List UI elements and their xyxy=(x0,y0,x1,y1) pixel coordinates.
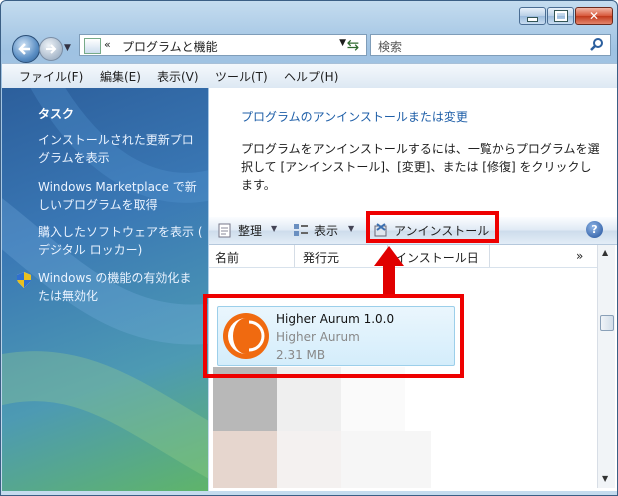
help-icon[interactable]: ? xyxy=(586,221,603,238)
arrow-left-icon xyxy=(18,43,30,55)
scroll-thumb[interactable] xyxy=(600,315,614,331)
task-title: タスク xyxy=(38,107,75,121)
annotation-arrow-up xyxy=(374,246,404,294)
close-button[interactable]: ✕ xyxy=(575,7,613,25)
recent-pages-dropdown[interactable]: ▼ xyxy=(64,43,74,53)
minimize-icon xyxy=(527,16,538,22)
control-panel-icon xyxy=(84,38,101,54)
menu-help[interactable]: ヘルプ(H) xyxy=(284,68,338,85)
blurred-item xyxy=(213,431,277,488)
digital-locker-link[interactable]: 購入したソフトウェアを表示 ( デジタル ロッカー) xyxy=(38,223,203,259)
view-icon xyxy=(294,224,308,236)
search-icon[interactable] xyxy=(589,37,605,53)
search-placeholder: 検索 xyxy=(378,40,403,54)
marketplace-link[interactable]: Windows Marketplace で新しいプログラムを取得 xyxy=(38,178,203,214)
maximize-icon xyxy=(553,10,568,22)
column-publisher[interactable]: 発行元 xyxy=(303,249,339,266)
address-path[interactable]: プログラムと機能 xyxy=(122,38,218,55)
windows-features-link[interactable]: Windows の機能の有効化または無効化 xyxy=(38,269,203,305)
explorer-window: ✕ ▼ « プログラムと機能 ▼ ⇆ 検索 ファイル(F) 編集(E) 表示(V… xyxy=(0,0,618,496)
blurred-item xyxy=(341,431,431,488)
task-pane: タスク インストールされた更新プログラムを表示 Windows Marketpl… xyxy=(2,88,208,491)
minimize-button[interactable] xyxy=(519,7,546,25)
address-chevron[interactable]: « xyxy=(104,38,111,51)
menu-file[interactable]: ファイル(F) xyxy=(19,68,83,85)
scroll-down-icon[interactable]: ▼ xyxy=(602,474,608,483)
menu-bar: ファイル(F) 編集(E) 表示(V) ツール(T) ヘルプ(H) xyxy=(2,63,617,89)
maximize-button[interactable] xyxy=(547,7,574,25)
address-bar[interactable]: « プログラムと機能 ▼ xyxy=(79,34,367,56)
search-input[interactable]: 検索 xyxy=(370,34,611,56)
view-updates-link[interactable]: インストールされた更新プログラムを表示 xyxy=(38,131,203,167)
menu-edit[interactable]: 編集(E) xyxy=(100,68,141,85)
organize-button[interactable]: 整理 xyxy=(238,222,262,239)
chevron-down-icon[interactable]: ▼ xyxy=(271,224,277,233)
shield-icon xyxy=(17,272,31,288)
column-installed-on[interactable]: インストール日 xyxy=(395,249,479,266)
more-columns-icon[interactable]: » xyxy=(576,249,583,263)
menu-tools[interactable]: ツール(T) xyxy=(215,68,268,85)
view-button[interactable]: 表示 xyxy=(314,222,338,239)
page-description: プログラムをアンインストールするには、一覧からプログラムを選択して [アンインス… xyxy=(241,142,600,192)
program-highlight xyxy=(203,294,464,378)
menu-view[interactable]: 表示(V) xyxy=(157,68,199,85)
content-pane: プログラムのアンインストールまたは変更 プログラムをアンインストールするには、一… xyxy=(209,88,617,491)
uninstall-highlight xyxy=(366,211,499,243)
refresh-icon[interactable]: ⇆ xyxy=(341,35,365,55)
forward-button[interactable] xyxy=(39,37,63,61)
column-name[interactable]: 名前 xyxy=(215,249,239,266)
close-icon: ✕ xyxy=(588,9,600,23)
scroll-up-icon[interactable]: ▲ xyxy=(602,248,608,257)
arrow-right-icon xyxy=(46,44,57,54)
back-button[interactable] xyxy=(12,35,40,63)
blurred-item xyxy=(277,431,341,488)
chevron-down-icon[interactable]: ▼ xyxy=(348,224,354,233)
organize-icon xyxy=(218,223,231,238)
page-heading: プログラムのアンインストールまたは変更 xyxy=(241,110,468,124)
vertical-scrollbar[interactable]: ▲ ▼ xyxy=(597,245,615,488)
